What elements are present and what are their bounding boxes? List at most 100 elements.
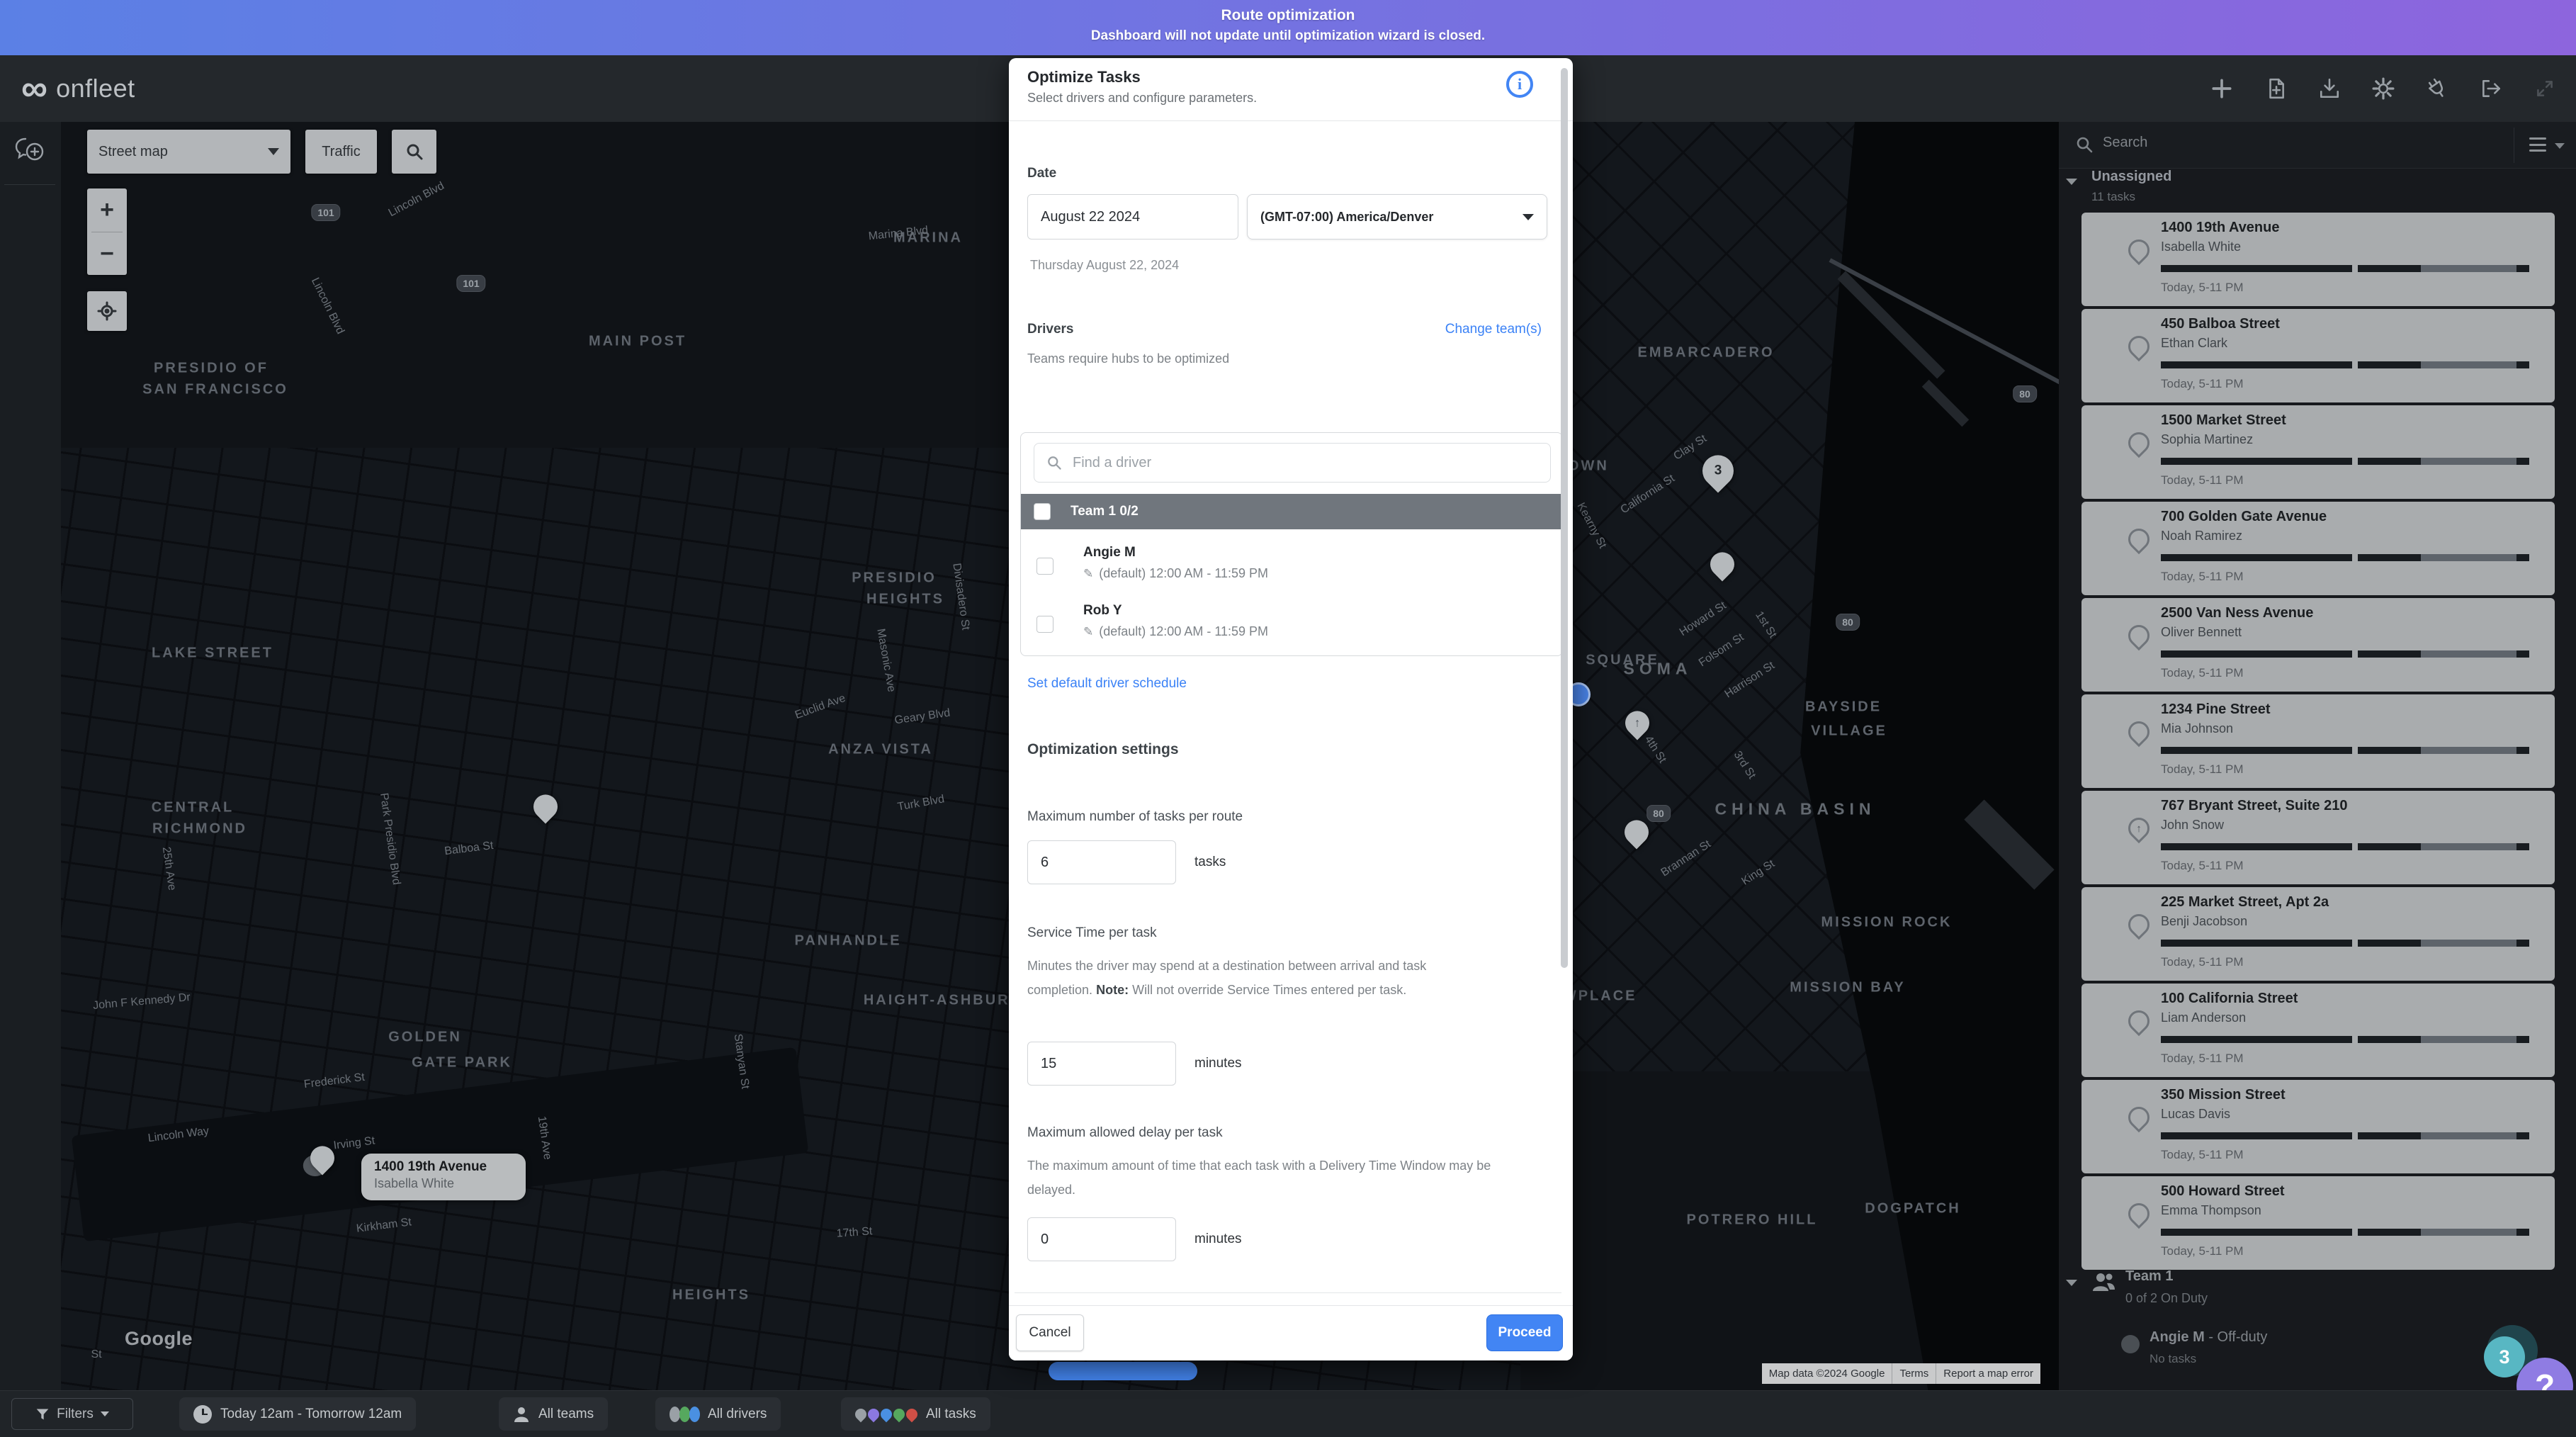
- add-task-icon[interactable]: [2210, 77, 2233, 100]
- tasks-filter-label: All tasks: [926, 1407, 976, 1422]
- task-timeline-bar: [2161, 650, 2529, 658]
- driver-option-row[interactable]: Angie M✎(default) 12:00 AM - 11:59 PM: [1034, 541, 1551, 597]
- map-attribution: Map data ©2024 Google Terms Report a map…: [1762, 1363, 2040, 1384]
- task-recipient: Ethan Clark: [2161, 336, 2227, 351]
- terms-link[interactable]: Terms: [1892, 1363, 1936, 1384]
- task-card[interactable]: 450 Balboa Street Ethan Clark Today, 5-1…: [2081, 309, 2555, 402]
- task-time-window: Today, 5-11 PM: [2161, 1244, 2244, 1258]
- task-card[interactable]: 350 Mission Street Lucas Davis Today, 5-…: [2081, 1080, 2555, 1173]
- chat-add-icon[interactable]: [14, 136, 45, 164]
- task-card[interactable]: 2500 Van Ness Avenue Oliver Bennett Toda…: [2081, 598, 2555, 692]
- task-address: 1234 Pine Street: [2161, 701, 2271, 718]
- task-card[interactable]: 1500 Market Street Sophia Martinez Today…: [2081, 405, 2555, 499]
- pencil-icon[interactable]: ✎: [1083, 625, 1093, 638]
- task-pin-icon: [2128, 529, 2150, 550]
- collapse-caret-icon[interactable]: [2066, 179, 2077, 185]
- modal-header-divider: [1009, 120, 1573, 121]
- team-group-row[interactable]: Team 1 0/2: [1021, 494, 1563, 529]
- cancel-button[interactable]: Cancel: [1016, 1314, 1084, 1351]
- service-time-value: 15: [1041, 1056, 1056, 1072]
- sign-out-icon[interactable]: [2480, 77, 2502, 100]
- driver-option-row[interactable]: Rob Y ✎(default) 12:00 AM - 11:59 PM: [1034, 599, 1551, 655]
- map-search-button[interactable]: [392, 130, 436, 174]
- max-delay-input[interactable]: 0: [1027, 1217, 1176, 1261]
- service-time-input[interactable]: 15: [1027, 1042, 1176, 1086]
- task-card[interactable]: ↑ 767 Bryant Street, Suite 210 John Snow…: [2081, 791, 2555, 884]
- task-timeline-bar: [2161, 554, 2529, 561]
- max-delay-value: 0: [1041, 1232, 1049, 1248]
- set-default-schedule-link[interactable]: Set default driver schedule: [1027, 676, 1187, 692]
- map-label: MAIN POST: [589, 334, 687, 350]
- list-view-caret-icon[interactable]: [2555, 143, 2565, 149]
- task-card[interactable]: 1234 Pine Street Mia Johnson Today, 5-11…: [2081, 694, 2555, 788]
- map-layer-select[interactable]: Street map: [87, 130, 290, 174]
- notification-badge[interactable]: 3: [2484, 1336, 2525, 1377]
- report-map-error-link[interactable]: Report a map error: [1936, 1363, 2040, 1384]
- unassigned-count: 11 tasks: [2091, 190, 2135, 204]
- map-label: ANZA VISTA: [828, 742, 933, 758]
- zoom-out-button[interactable]: −: [87, 232, 127, 276]
- collapse-caret-icon[interactable]: [2066, 1280, 2077, 1286]
- map-label: PRESIDIO OF: [154, 361, 269, 377]
- task-card[interactable]: 225 Market Street, Apt 2a Benji Jacobson…: [2081, 887, 2555, 981]
- fullscreen-icon[interactable]: [2533, 77, 2556, 100]
- service-time-description: Minutes the driver may spend at a destin…: [1027, 954, 1495, 1002]
- task-address: 225 Market Street, Apt 2a: [2161, 894, 2329, 911]
- task-card[interactable]: 700 Golden Gate Avenue Noah Ramirez Toda…: [2081, 502, 2555, 595]
- task-pin[interactable]: [310, 1146, 334, 1170]
- integrations-plug-icon[interactable]: [2426, 77, 2448, 100]
- drivers-filter[interactable]: All drivers: [655, 1397, 781, 1431]
- traffic-toggle-button[interactable]: Traffic: [305, 130, 377, 174]
- date-full-text: Thursday August 22, 2024: [1030, 258, 1179, 273]
- map-task-tooltip[interactable]: 1400 19th Avenue Isabella White: [361, 1154, 526, 1200]
- change-teams-link[interactable]: Change team(s): [1445, 322, 1542, 337]
- driver-option-name: Rob Y: [1083, 603, 1122, 619]
- date-input[interactable]: August 22 2024: [1027, 194, 1238, 240]
- date-value: August 22 2024: [1041, 209, 1140, 225]
- driver-checkbox[interactable]: [1036, 616, 1053, 633]
- pencil-icon[interactable]: ✎: [1083, 567, 1093, 580]
- task-pin[interactable]: [533, 794, 558, 818]
- sidebar-search-input[interactable]: Search: [2103, 135, 2147, 151]
- task-time-window: Today, 5-11 PM: [2161, 1052, 2244, 1066]
- task-recipient: Liam Anderson: [2161, 1010, 2246, 1025]
- locate-me-button[interactable]: [87, 291, 127, 331]
- optimize-tasks-modal: Optimize Tasks Select drivers and config…: [1009, 58, 1573, 1360]
- header-actions: [2210, 55, 2556, 122]
- find-driver-input[interactable]: Find a driver: [1034, 443, 1551, 483]
- pickup-task-pin[interactable]: ↑: [1625, 711, 1649, 735]
- info-icon[interactable]: i: [1506, 71, 1533, 98]
- teams-filter[interactable]: All teams: [499, 1397, 608, 1431]
- task-pin[interactable]: [1710, 552, 1734, 576]
- locate-icon: [97, 301, 117, 321]
- export-download-icon[interactable]: [2318, 77, 2341, 100]
- service-time-unit: minutes: [1194, 1056, 1242, 1071]
- team-checkbox[interactable]: [1034, 503, 1051, 520]
- driver-option-schedule: ✎(default) 12:00 AM - 11:59 PM: [1083, 624, 1268, 639]
- onfleet-logo[interactable]: ∞ onfleet: [21, 55, 135, 122]
- task-pin-icon: [2128, 240, 2150, 261]
- tasks-filter[interactable]: All tasks: [841, 1397, 990, 1431]
- unassigned-section-header[interactable]: Unassigned 11 tasks: [2059, 169, 2576, 213]
- task-card[interactable]: 1400 19th Avenue Isabella White Today, 5…: [2081, 213, 2555, 306]
- highway-shield: 80: [1836, 614, 1860, 631]
- timezone-select[interactable]: (GMT-07:00) America/Denver: [1247, 194, 1547, 240]
- task-cluster-pin[interactable]: 3: [1702, 455, 1734, 486]
- date-range-filter[interactable]: Today 12am - Tomorrow 12am: [179, 1397, 416, 1431]
- task-card[interactable]: 100 California Street Liam Anderson Toda…: [2081, 984, 2555, 1077]
- traffic-label: Traffic: [322, 144, 360, 160]
- modal-scrollbar[interactable]: [1561, 68, 1568, 968]
- task-card[interactable]: 500 Howard Street Emma Thompson Today, 5…: [2081, 1176, 2555, 1270]
- infinity-logo-icon: ∞: [21, 74, 46, 103]
- max-tasks-input[interactable]: 6: [1027, 840, 1176, 884]
- filters-button[interactable]: Filters: [11, 1398, 133, 1430]
- map-label: PANHANDLE: [794, 933, 901, 949]
- proceed-button[interactable]: Proceed: [1486, 1314, 1563, 1351]
- list-view-icon[interactable]: [2529, 137, 2546, 152]
- gear-icon[interactable]: [2372, 77, 2395, 100]
- hubs-note: Teams require hubs to be optimized: [1027, 351, 1229, 366]
- task-pin[interactable]: [1625, 820, 1649, 844]
- zoom-in-button[interactable]: +: [87, 188, 127, 232]
- driver-checkbox[interactable]: [1036, 558, 1053, 575]
- import-tasks-icon[interactable]: [2264, 77, 2287, 100]
